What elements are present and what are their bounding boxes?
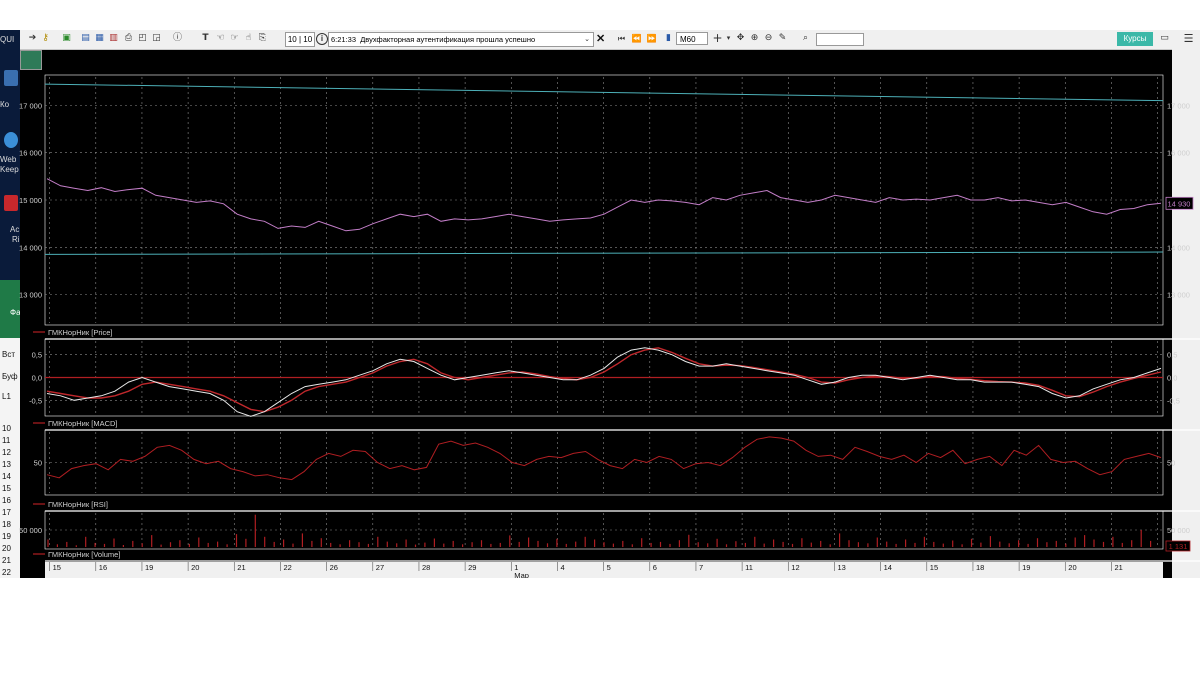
y-tick-label-left: 17 000 [19,101,42,110]
y-tick-label-left: 0,5 [32,351,42,360]
x-tick-label: 27 [376,563,384,572]
x-tick-label: 19 [1022,563,1030,572]
x-month-label: Мар [514,571,529,578]
x-tick-label: 4 [560,563,564,572]
x-tick-label: 19 [145,563,153,572]
x-tick-label: 21 [237,563,245,572]
x-tick-label: 5 [607,563,611,572]
y-tick-label-right: 14 000 [1167,243,1190,252]
x-tick-label: 22 [283,563,291,572]
x-tick-label: 11 [745,563,753,572]
x-tick-label: 12 [791,563,799,572]
x-tick-label: 14 [884,563,892,572]
x-tick-label: 29 [468,563,476,572]
x-tick-label: 13 [837,563,845,572]
last-price-label: 14 930 [1168,199,1191,208]
y-tick-label-right: -0,5 [1167,396,1180,405]
x-tick-label: 18 [976,563,984,572]
legend-label: ГМКНорНик [Volume] [48,550,120,559]
y-tick-label-right: 50 000 [1167,526,1190,535]
y-tick-label-left: 16 000 [19,149,42,158]
x-tick-label: 20 [1068,563,1076,572]
x-axis-background [45,562,1163,578]
x-tick-label: 20 [191,563,199,572]
x-tick-label: 28 [422,563,430,572]
x-tick-label: 26 [330,563,338,572]
x-tick-label: 21 [1114,563,1122,572]
screenshot-area: QUI Ко Web Keep Ac Ri Фа Вст Буф L1 10 1… [0,30,1200,578]
y-tick-label-right: 0,5 [1167,351,1177,360]
volume-value-label: 1 131 [1169,542,1188,551]
y-tick-label-left: 50 [34,459,42,468]
y-tick-label-left: 14 000 [19,243,42,252]
plot-background [45,74,1163,578]
x-tick-label: 7 [699,563,703,572]
y-tick-label-left: -0,5 [29,396,42,405]
legend-label: ГМКНорНик [MACD] [48,419,118,428]
y-tick-label-left: 0,0 [32,374,42,383]
y-tick-label-right: 16 000 [1167,149,1190,158]
x-tick-label: 6 [653,563,657,572]
y-tick-label-left: 15 000 [19,196,42,205]
y-tick-label-right: 50 [1167,459,1175,468]
y-tick-label-left: 13 000 [19,291,42,300]
y-tick-label-left: 50 000 [19,526,42,535]
x-tick-label: 16 [99,563,107,572]
y-tick-label-right: 17 000 [1167,101,1190,110]
chart-canvas: 13 00013 00014 00014 00015 00015 00016 0… [19,74,1200,578]
legend-label: ГМКНорНик [Price] [48,328,113,337]
y-tick-label-right: 0,0 [1167,374,1177,383]
x-tick-label: 15 [930,563,938,572]
x-tick-label: 15 [53,563,61,572]
legend-label: ГМКНорНик [RSI] [48,500,108,509]
y-tick-label-right: 13 000 [1167,291,1190,300]
